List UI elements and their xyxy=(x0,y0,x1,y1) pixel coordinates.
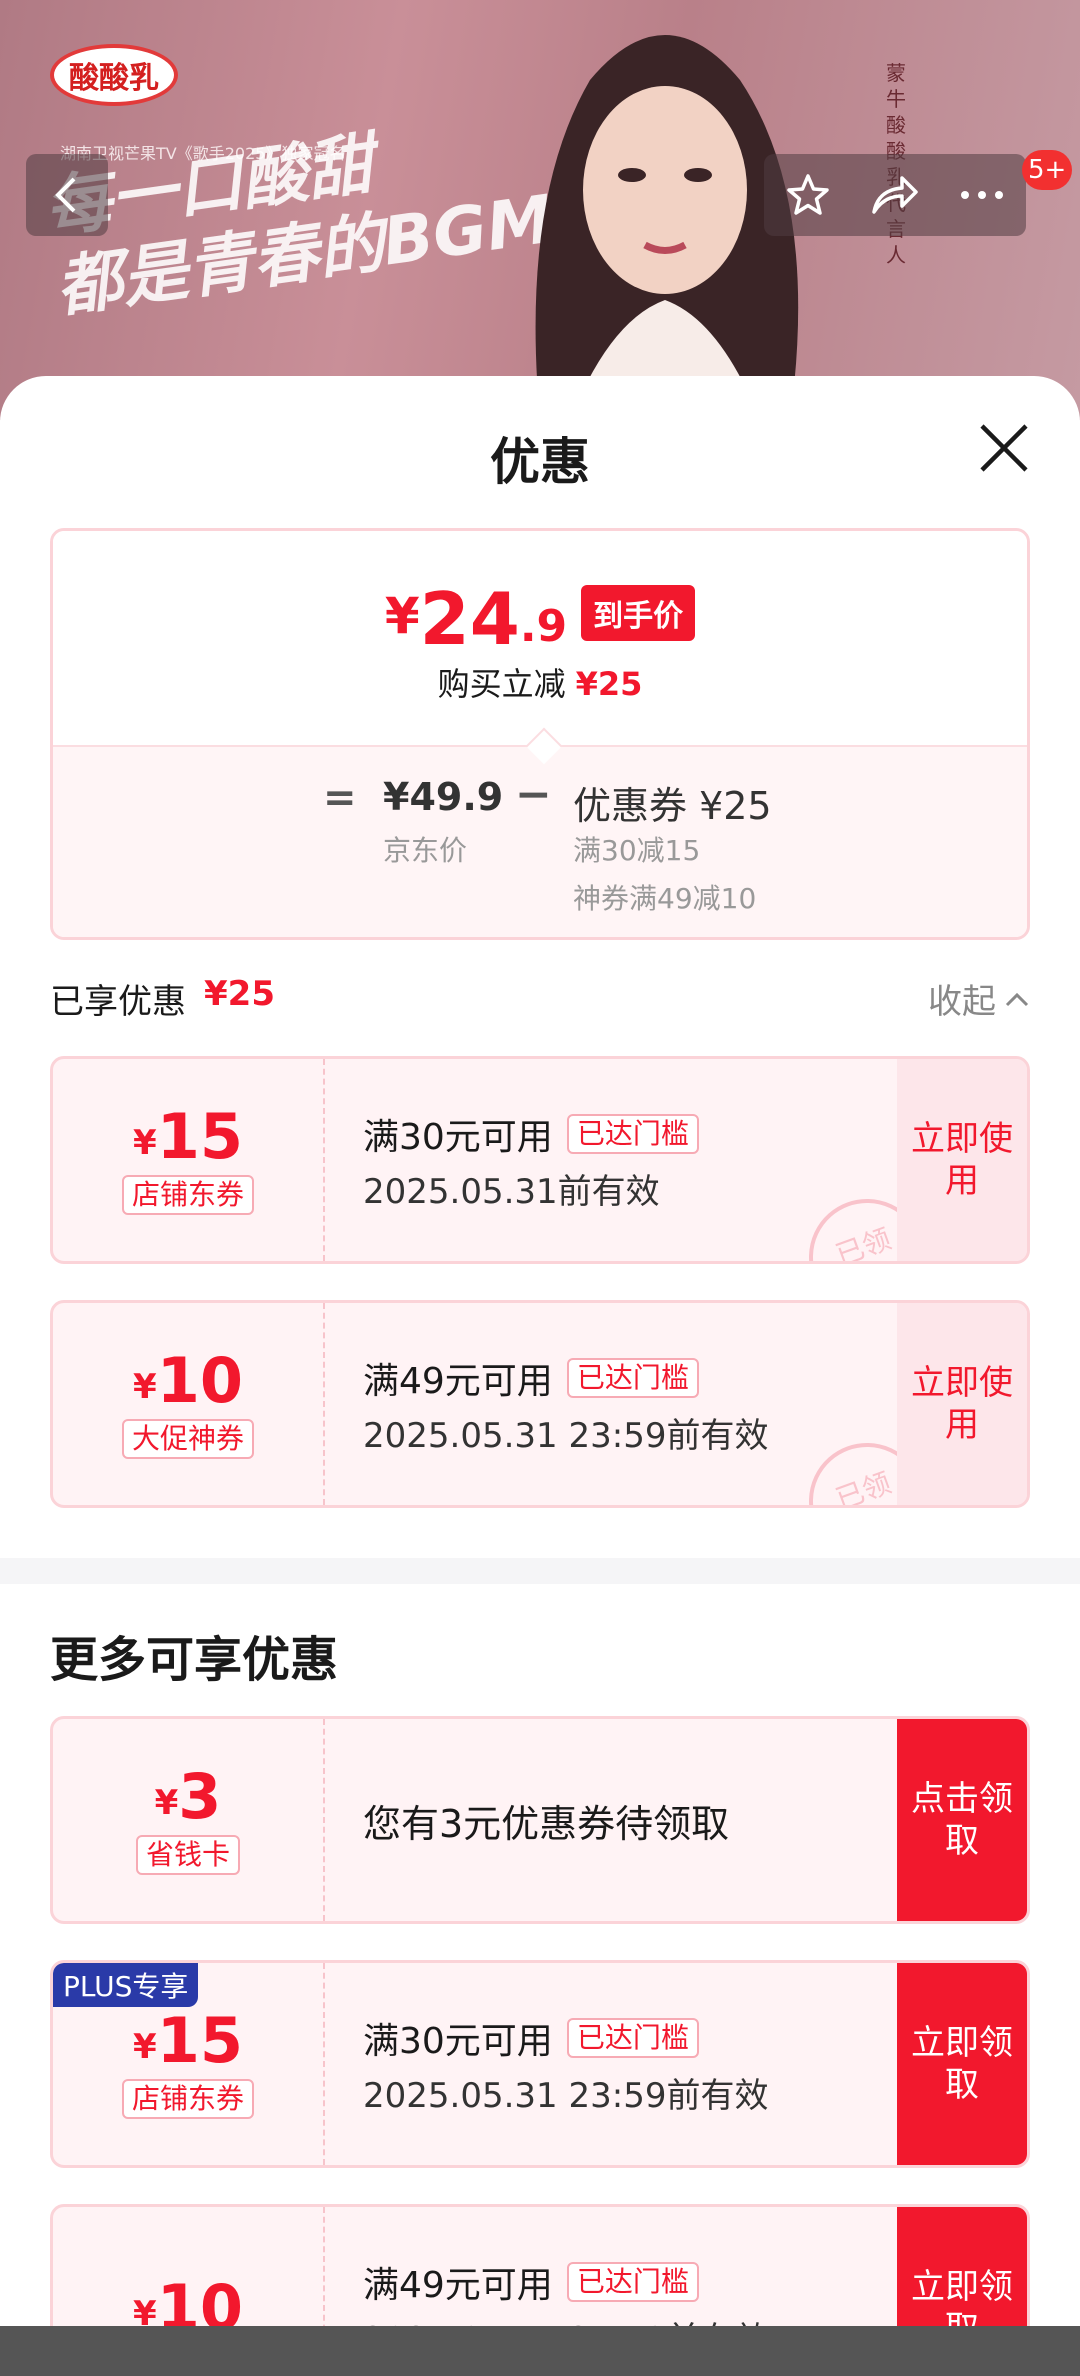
section-divider xyxy=(0,1558,1080,1584)
threshold-reached-badge: 已达门槛 xyxy=(566,2017,699,2058)
coupon-validity: 2025.05.31 23:59前有效 xyxy=(363,1415,769,1456)
coupon-info: 满49元可用已达门槛 2025.05.31 23:59前有效 xyxy=(363,1303,768,1505)
final-price: ¥ 24 .9 到手价 xyxy=(53,583,1027,655)
coupon-condition: 满30元可用 xyxy=(363,1116,553,1158)
discount-sheet: 优惠 ¥ 24 .9 到手价 购买立减 ¥25 = ¥49.9 京东价 − 优惠券… xyxy=(0,376,1080,2376)
collapse-button[interactable]: 收起 xyxy=(928,974,1030,1023)
coupon-value: ¥15 店铺东券 xyxy=(53,1059,325,1261)
sheet-title: 优惠 xyxy=(490,433,590,491)
top-action-group xyxy=(764,154,1026,236)
coupon-pending-text: 您有3元优惠券待领取 xyxy=(363,1801,730,1846)
coupon-currency: ¥ xyxy=(133,2027,157,2067)
coupon-type: 店铺东券 xyxy=(121,1175,254,1215)
enjoyed-value: ¥25 xyxy=(204,974,275,1014)
coupon-card: ¥15 店铺东券 满30元可用 已达门槛 2025.05.31前有效 已领 立即使… xyxy=(50,1056,1030,1264)
coupon-validity: 2025.05.31 23:59前有效 xyxy=(363,2075,769,2116)
coupon-validity: 2025.05.31前有效 xyxy=(363,1171,660,1212)
coupon-currency: ¥ xyxy=(154,1783,179,1823)
jd-price-label: 京东价 xyxy=(383,834,468,867)
coupon-type: 大促神券 xyxy=(121,1419,254,1459)
threshold-reached-badge: 已达门槛 xyxy=(566,1357,699,1398)
message-count-badge: 5+ xyxy=(1022,150,1073,190)
coupon-amount: 15 xyxy=(156,2004,243,2077)
coupon-condition: 满30元可用 xyxy=(363,2020,553,2062)
coupon-condition: 满49元可用 xyxy=(363,2264,553,2306)
share-icon xyxy=(872,176,918,214)
price-integer: 24 xyxy=(419,577,520,661)
favorite-button[interactable] xyxy=(768,154,848,236)
final-price-tag: 到手价 xyxy=(581,585,696,641)
coupon-amount: 3 xyxy=(178,1760,222,1833)
share-button[interactable] xyxy=(855,154,935,236)
coupon-condition: 满49元可用 xyxy=(363,1360,553,1402)
price-currency: ¥ xyxy=(384,587,420,645)
price-calculation: = ¥49.9 京东价 − 优惠券 ¥25 满30减15 神券满49减10 xyxy=(53,727,1027,937)
use-now-button[interactable]: 立即使用 xyxy=(897,1059,1027,1261)
banner-slogan: 每一口酸甜 都是青春的BGM xyxy=(40,100,558,328)
coupon-detail-1: 满30减15 xyxy=(573,834,701,867)
coupon-info: 满30元可用 已达门槛 2025.05.31 23:59前有效 xyxy=(363,1963,768,2165)
coupon-total: 优惠券 ¥25 xyxy=(573,784,772,828)
threshold-reached-badge: 已达门槛 xyxy=(566,2261,699,2302)
reduce-value: ¥25 xyxy=(575,665,643,703)
final-price-area: ¥ 24 .9 到手价 购买立减 ¥25 xyxy=(53,531,1027,745)
system-navigation-bar xyxy=(0,2326,1080,2376)
jd-price: ¥49.9 xyxy=(383,775,504,819)
coupon-value: ¥3 省钱卡 xyxy=(53,1719,325,1921)
enjoyed-label: 已享优惠 xyxy=(50,982,186,1022)
coupon-type: 省钱卡 xyxy=(135,1835,240,1875)
threshold-reached-badge: 已达门槛 xyxy=(566,1113,699,1154)
equals-sign: = xyxy=(323,775,357,821)
coupon-info: 您有3元优惠券待领取 xyxy=(363,1719,729,1921)
coupon-card: ¥10 大促神券 满49元可用 已达门槛 2025.05.31 23:59前有效 … xyxy=(50,1300,1030,1508)
claim-button[interactable]: 立即领取 xyxy=(897,1963,1027,2165)
coupon-amount: 15 xyxy=(156,1100,243,1173)
more-button[interactable] xyxy=(942,154,1022,236)
chevron-up-icon xyxy=(1005,992,1029,1006)
minus-sign: − xyxy=(515,769,552,820)
coupon-currency: ¥ xyxy=(133,1123,157,1163)
brand-logo: 酸酸乳 xyxy=(50,44,178,106)
coupon-card: ¥15 店铺东券 PLUS专享 满30元可用 已达门槛 2025.05.31 23… xyxy=(50,1960,1030,2168)
coupon-type: 店铺东券 xyxy=(121,2079,254,2119)
claim-button[interactable]: 点击领取 xyxy=(897,1719,1027,1921)
price-reduce: 购买立减 ¥25 xyxy=(53,659,1027,705)
back-button[interactable] xyxy=(26,154,108,236)
collapse-label: 收起 xyxy=(928,982,996,1022)
coupon-currency: ¥ xyxy=(133,1367,157,1407)
use-now-button[interactable]: 立即使用 xyxy=(897,1303,1027,1505)
enjoyed-discount-row: 已享优惠 ¥25 收起 xyxy=(50,974,1030,1024)
more-dots-icon xyxy=(961,191,1004,199)
coupon-detail-2: 神券满49减10 xyxy=(573,882,757,915)
coupon-value: ¥10 大促神券 xyxy=(53,1303,325,1505)
reduce-label: 购买立减 xyxy=(437,665,566,703)
coupon-card: ¥3 省钱卡 您有3元优惠券待领取 点击领取 xyxy=(50,1716,1030,1924)
chevron-left-icon xyxy=(55,177,76,213)
star-icon xyxy=(786,174,829,215)
close-icon[interactable] xyxy=(976,420,1032,476)
more-discounts-title: 更多可享优惠 xyxy=(50,1632,339,1688)
coupon-amount: 10 xyxy=(156,1344,243,1417)
plus-exclusive-tag: PLUS专享 xyxy=(53,1963,199,2007)
price-summary: ¥ 24 .9 到手价 购买立减 ¥25 = ¥49.9 京东价 − 优惠券 ¥2… xyxy=(50,528,1030,940)
coupon-info: 满30元可用 已达门槛 2025.05.31前有效 xyxy=(363,1059,699,1261)
price-decimal: .9 xyxy=(519,601,568,652)
